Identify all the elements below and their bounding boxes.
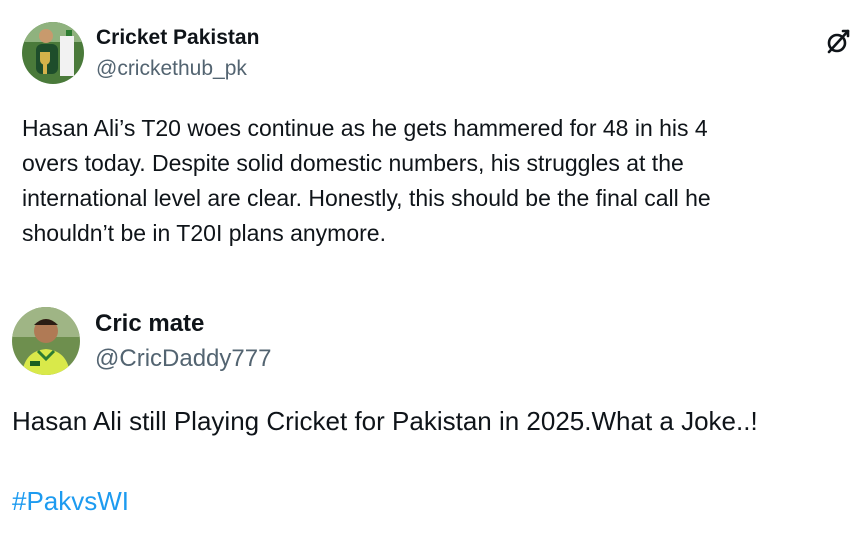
post-text-line: Hasan Ali’s T20 woes continue as he gets… xyxy=(22,115,708,141)
post-text-line: overs today. Despite solid domestic numb… xyxy=(22,150,684,176)
post-text: Hasan Ali still Playing Cricket for Paki… xyxy=(12,406,758,436)
trophy-avatar-icon[interactable] xyxy=(22,22,84,84)
author-display-name[interactable]: Cric mate xyxy=(95,310,204,338)
hashtag-link[interactable]: #PakvsWI xyxy=(12,486,129,517)
cricketer-avatar-icon[interactable] xyxy=(12,307,80,375)
post-text: Hasan Ali’s T20 woes continue as he gets… xyxy=(22,111,852,251)
x-logo-icon[interactable] xyxy=(826,28,852,54)
author-handle[interactable]: @crickethub_pk xyxy=(96,57,247,81)
post-cricket-pakistan: Cricket Pakistan @crickethub_pk Hasan Al… xyxy=(0,0,864,280)
author-handle[interactable]: @CricDaddy777 xyxy=(95,345,271,373)
page: Cricket Pakistan @crickethub_pk Hasan Al… xyxy=(0,0,864,540)
author-display-name[interactable]: Cricket Pakistan xyxy=(96,26,259,50)
post-text-line: shouldn’t be in T20I plans anymore. xyxy=(22,220,386,246)
post-text-line: international level are clear. Honestly,… xyxy=(22,185,711,211)
